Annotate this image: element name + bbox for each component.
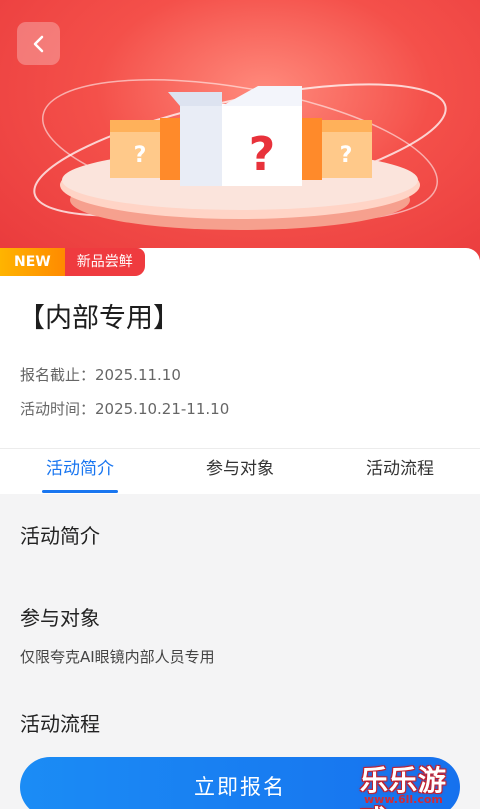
back-button[interactable] — [17, 22, 60, 65]
participants-section-body: 仅限夸克AI眼镜内部人员专用 — [20, 648, 215, 666]
new-badge: NEW — [0, 248, 65, 276]
participants-section-title: 参与对象 — [20, 606, 100, 630]
site-watermark: 乐乐游戏 www.6ll.com — [360, 757, 472, 809]
tab-intro[interactable]: 活动简介 — [0, 449, 160, 494]
gift-box-illustration: ? ? ? — [33, 79, 447, 230]
activity-title: 【内部专用】 — [18, 303, 180, 334]
tab-participants[interactable]: 参与对象 — [160, 449, 320, 494]
intro-section-title: 活动简介 — [20, 524, 100, 548]
tab-process[interactable]: 活动流程 — [320, 449, 480, 494]
activity-time: 活动时间：2025.10.21-11.10 — [20, 400, 230, 418]
chevron-left-icon — [33, 35, 43, 52]
svg-text:?: ? — [249, 127, 276, 181]
watermark-url: www.6ll.com — [364, 793, 443, 806]
svg-text:?: ? — [134, 143, 147, 168]
tab-bar: 活动简介 参与对象 活动流程 — [0, 448, 480, 494]
signup-deadline: 报名截止：2025.11.10 — [20, 366, 181, 384]
activity-badge: NEW 新品尝鲜 — [0, 248, 145, 276]
process-section-title: 活动流程 — [20, 712, 100, 736]
category-badge: 新品尝鲜 — [64, 248, 145, 276]
hero-banner: ? ? ? — [0, 0, 480, 260]
activity-info-card: NEW 新品尝鲜 【内部专用】 报名截止：2025.11.10 活动时间：202… — [0, 248, 480, 448]
svg-text:?: ? — [340, 143, 353, 168]
